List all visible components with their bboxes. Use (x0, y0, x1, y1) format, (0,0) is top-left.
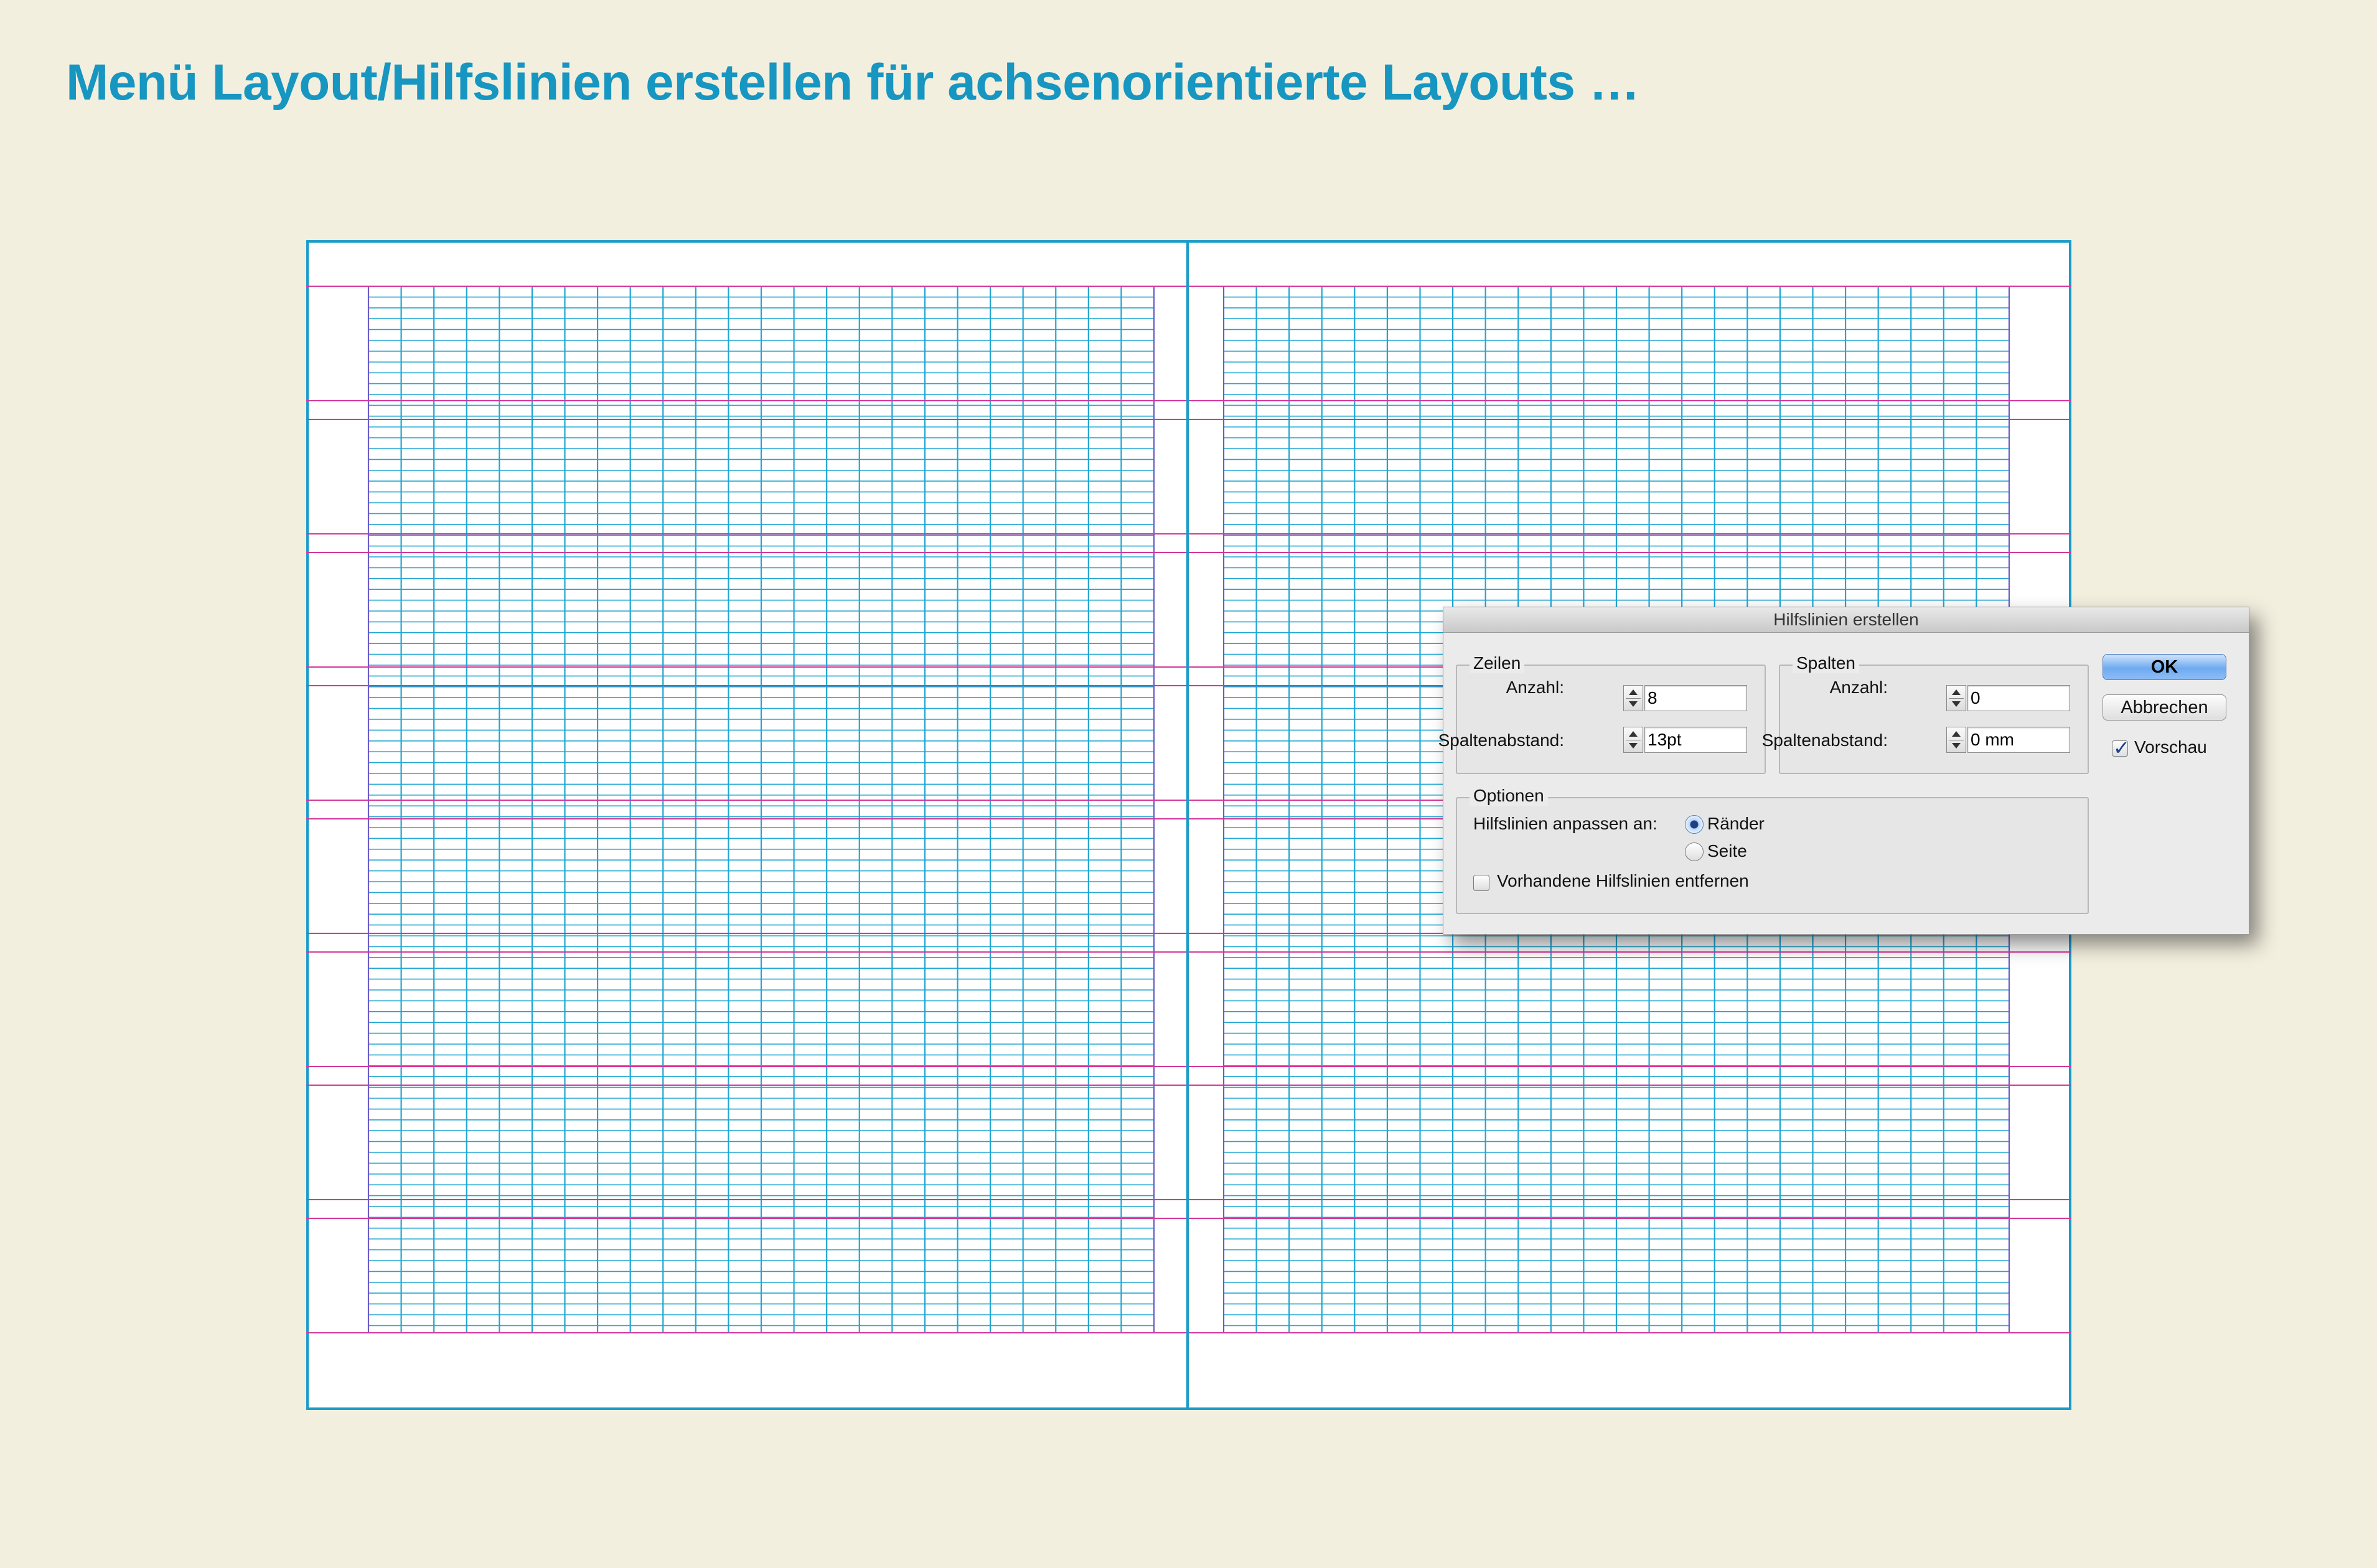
remove-guides-label: Vorhandene Hilfslinien entfernen (1497, 871, 1749, 890)
columns-count-stepper[interactable] (1946, 685, 1966, 711)
fit-page-label: Seite (1707, 841, 1747, 861)
columns-gutter-label: Spaltenabstand: (1761, 730, 1888, 750)
page-headline: Menü Layout/Hilfslinien erstellen für ac… (66, 54, 1640, 111)
fit-margins-label: Ränder (1707, 814, 1765, 833)
fit-guides-label: Hilfslinien anpassen an: (1473, 814, 1657, 833)
rows-gutter-label: Spaltenabstand: (1438, 730, 1564, 750)
columns-gutter-field[interactable]: 0 mm (1967, 727, 2070, 753)
columns-count-label: Anzahl: (1829, 678, 1888, 697)
preview-label: Vorschau (2134, 737, 2207, 757)
rows-count-field[interactable]: 8 (1644, 685, 1747, 711)
ok-button[interactable]: OK (2103, 654, 2226, 680)
preview-checkbox[interactable] (2112, 736, 2130, 760)
rows-legend: Zeilen (1470, 653, 1525, 673)
columns-gutter-stepper[interactable] (1946, 727, 1966, 753)
rows-count-label: Anzahl: (1506, 678, 1564, 697)
rows-count-stepper[interactable] (1623, 685, 1643, 711)
columns-legend: Spalten (1793, 653, 1859, 673)
columns-count-field[interactable]: 0 (1967, 685, 2070, 711)
remove-guides-checkbox[interactable] (1473, 875, 1489, 891)
rows-gutter-stepper[interactable] (1623, 727, 1643, 753)
fit-page-radio[interactable] (1685, 842, 1704, 861)
cancel-button[interactable]: Abbrechen (2103, 694, 2226, 721)
options-legend: Optionen (1470, 786, 1548, 806)
fit-margins-radio[interactable] (1685, 815, 1704, 834)
dialog-title[interactable]: Hilfslinien erstellen (1443, 607, 2249, 633)
create-guides-dialog: Hilfslinien erstellen Zeilen Anzahl: 8 S… (1438, 607, 2249, 935)
